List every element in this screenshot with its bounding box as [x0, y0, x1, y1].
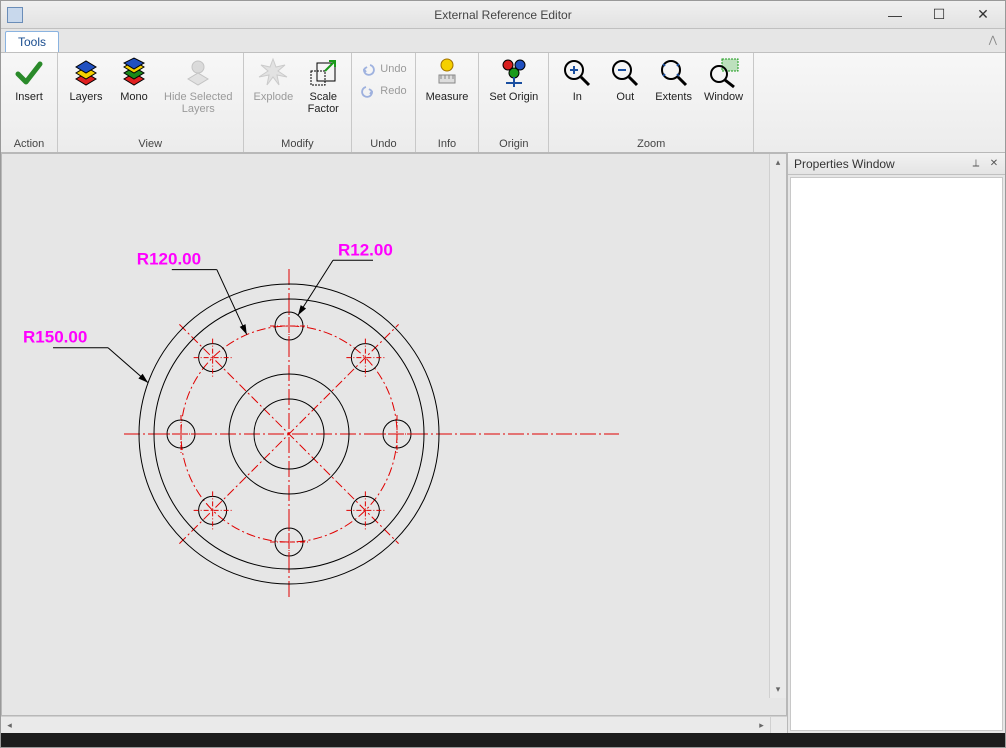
zoom-in-button[interactable]: In [555, 55, 599, 105]
undo-icon [360, 61, 376, 77]
panel-close-icon[interactable]: ✕ [987, 156, 1001, 170]
scroll-up-icon[interactable]: ▴ [770, 154, 786, 171]
scroll-left-icon[interactable]: ◂ [1, 720, 18, 731]
pin-icon[interactable]: ⟂ [969, 156, 983, 170]
vertical-scrollbar[interactable]: ▴ ▾ [769, 154, 786, 698]
drawing-canvas[interactable]: R150.00 R120.00 R12.00 ▴ ▾ [1, 153, 787, 716]
window-title: External Reference Editor [1, 8, 1005, 22]
layers-icon [70, 57, 102, 89]
svg-text:R150.00: R150.00 [23, 328, 87, 347]
check-icon [13, 57, 45, 89]
layers-button[interactable]: Layers [64, 55, 108, 105]
measure-icon [431, 57, 463, 89]
ribbon-tabstrip: Tools ⋀ [1, 29, 1005, 53]
redo-button: Redo [356, 81, 410, 101]
explode-button: Explode [250, 55, 298, 105]
tab-tools[interactable]: Tools [5, 31, 59, 52]
insert-button[interactable]: Insert [7, 55, 51, 105]
horizontal-scrollbar[interactable]: ◂ ▸ [1, 716, 770, 733]
svg-text:R12.00: R12.00 [338, 240, 393, 259]
hide-layers-icon [182, 57, 214, 89]
zoom-window-button[interactable]: Window [700, 55, 747, 105]
svg-text:R120.00: R120.00 [137, 250, 201, 269]
scale-icon [307, 57, 339, 89]
scroll-down-icon[interactable]: ▾ [770, 681, 786, 698]
zoom-window-icon [708, 57, 740, 89]
explode-icon [257, 57, 289, 89]
set-origin-button[interactable]: Set Origin [485, 55, 542, 105]
zoom-extents-icon [658, 57, 690, 89]
hide-selected-layers-button: Hide Selected Layers [160, 55, 237, 117]
statusbar [1, 733, 1005, 747]
undo-button: Undo [356, 59, 410, 79]
properties-panel-body [790, 177, 1003, 731]
redo-icon [360, 83, 376, 99]
properties-panel: Properties Window ⟂ ✕ [787, 153, 1005, 733]
zoom-out-button[interactable]: Out [603, 55, 647, 105]
zoom-extents-button[interactable]: Extents [651, 55, 696, 105]
minimize-button[interactable]: — [873, 1, 917, 28]
close-button[interactable]: ✕ [961, 1, 1005, 28]
scroll-right-icon[interactable]: ▸ [753, 720, 770, 731]
ribbon: Insert Action Layers Mono [1, 53, 1005, 153]
properties-panel-title: Properties Window [794, 157, 895, 171]
ribbon-collapse-icon[interactable]: ⋀ [989, 35, 997, 46]
mono-button[interactable]: Mono [112, 55, 156, 105]
origin-icon [498, 57, 530, 89]
drawing-canvas-wrap: R150.00 R120.00 R12.00 ▴ ▾ ◂ ▸ [1, 153, 787, 733]
titlebar: External Reference Editor — ☐ ✕ [1, 1, 1005, 29]
properties-panel-header: Properties Window ⟂ ✕ [788, 153, 1005, 175]
scale-factor-button[interactable]: Scale Factor [301, 55, 345, 117]
maximize-button[interactable]: ☐ [917, 1, 961, 28]
measure-button[interactable]: Measure [422, 55, 473, 105]
mono-icon [118, 57, 150, 89]
zoom-out-icon [609, 57, 641, 89]
zoom-in-icon [561, 57, 593, 89]
app-icon [7, 7, 23, 23]
